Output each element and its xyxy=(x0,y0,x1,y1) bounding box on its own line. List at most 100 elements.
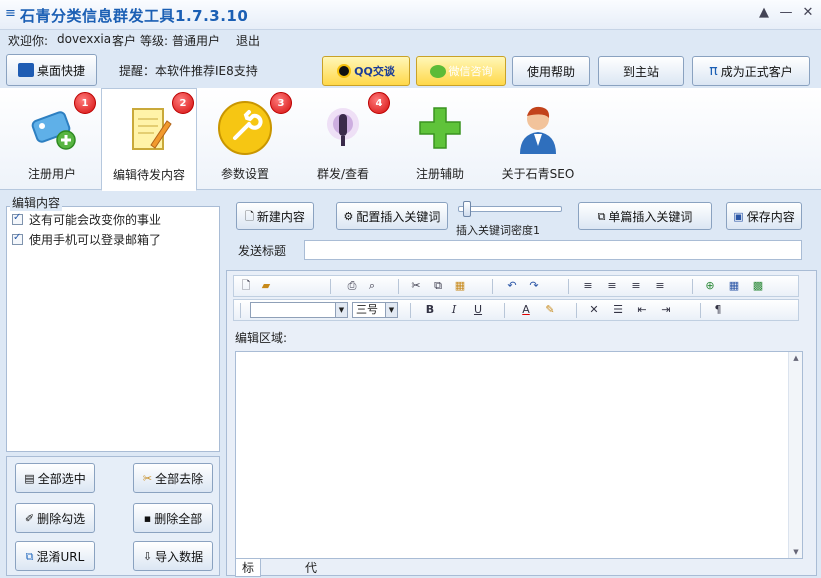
qq-chat-button[interactable]: QQ交谈 xyxy=(322,56,410,86)
insert-icon: ⧉ xyxy=(597,209,606,223)
copy-icon[interactable]: ⧉ xyxy=(430,279,446,293)
new-content-button[interactable]: 🗋 新建内容 xyxy=(236,202,314,230)
justify-icon[interactable]: ≡ xyxy=(652,279,668,293)
tag-add-icon xyxy=(31,111,76,150)
app-menu-icon[interactable]: ≡ xyxy=(5,6,16,21)
single-insert-keyword-label: 单篇插入关键词 xyxy=(608,209,693,224)
select-all-label: 全部选中 xyxy=(37,471,86,486)
tab-label: 关于石青SEO xyxy=(501,167,575,181)
link-icon[interactable]: ⊕ xyxy=(702,279,718,293)
remove-format-icon[interactable]: ✕ xyxy=(586,303,602,317)
select-all-icon: ▤ xyxy=(24,471,35,485)
list-item-text: 使用手机可以登录邮箱了 xyxy=(29,232,162,247)
logout-link[interactable]: 退出 xyxy=(236,32,260,49)
tab-label: 编辑待发内容 xyxy=(112,168,185,182)
paste-icon[interactable]: ▦ xyxy=(452,279,468,293)
save-content-button[interactable]: ▣ 保存内容 xyxy=(726,202,802,230)
align-center-icon[interactable]: ≡ xyxy=(604,279,620,293)
editor-panel: 🗋 新建内容 ⚙ 配置插入关键词 插入关键词密度1 ⧉ 单篇插入关键词 ▣ 保存… xyxy=(226,194,817,577)
select-all-button[interactable]: ▤ 全部选中 xyxy=(15,463,95,493)
cut-icon[interactable]: ✂ xyxy=(408,279,424,293)
delete-checked-button[interactable]: ✐ 删除勾选 xyxy=(15,503,95,533)
tab-code-edit[interactable]: 代码编辑 xyxy=(299,559,323,577)
scroll-up-icon[interactable]: ▲ xyxy=(789,352,803,364)
step-badge: 1 xyxy=(74,92,96,114)
list-item[interactable]: 这有可能会改变你的事业 xyxy=(7,209,219,229)
list-item[interactable]: 使用手机可以登录邮箱了 xyxy=(7,229,219,249)
minimize-button[interactable]: — xyxy=(779,5,793,20)
font-size-select[interactable]: 三号 ▼ xyxy=(352,302,398,318)
print-icon[interactable]: ⎙ xyxy=(344,279,360,293)
image-icon[interactable]: ▩ xyxy=(750,279,766,293)
help-button[interactable]: 使用帮助 xyxy=(512,56,590,86)
user-info-bar: 欢迎你: dovexxia 客户 等级: 普通用户 退出 xyxy=(0,30,821,50)
undo-icon[interactable]: ↶ xyxy=(504,279,520,293)
collapse-icon[interactable]: ▲ xyxy=(757,5,771,20)
indent-icon[interactable]: ⇥ xyxy=(658,303,674,317)
step-badge: 2 xyxy=(172,92,194,114)
window-title: 石青分类信息群发工具1.7.3.10 xyxy=(20,7,249,25)
preview-icon[interactable]: ⌕ xyxy=(364,279,380,293)
step-badge: 4 xyxy=(368,92,390,114)
slider-caption: 插入关键词密度1 xyxy=(456,224,540,237)
font-color-icon[interactable]: A xyxy=(518,303,534,317)
tab-register-assist[interactable]: 注册辅助 xyxy=(392,88,488,190)
redo-icon[interactable]: ↷ xyxy=(526,279,542,293)
close-button[interactable]: ✕ xyxy=(801,5,815,20)
italic-icon[interactable]: I xyxy=(446,303,462,317)
editor-toolbar-2: ▼ 三号 ▼ B I U A ✎ ✕ ☰ ⇤ ⇥ ¶ xyxy=(233,299,799,321)
config-insert-keyword-label: 配置插入关键词 xyxy=(356,209,441,224)
align-right-icon[interactable]: ≡ xyxy=(628,279,644,293)
eraser-icon: ✐ xyxy=(24,511,35,525)
underline-icon[interactable]: U xyxy=(470,303,486,317)
slider-thumb[interactable] xyxy=(462,201,471,217)
clear-icon: ✂ xyxy=(142,471,153,485)
keyword-density-slider[interactable] xyxy=(458,206,562,212)
username: dovexxia xyxy=(57,32,112,46)
bold-icon[interactable]: B xyxy=(422,303,438,317)
group-title: 编辑内容 xyxy=(10,194,63,211)
table-icon[interactable]: ▦ xyxy=(726,279,742,293)
send-title-label: 发送标题 xyxy=(238,244,287,258)
tab-about[interactable]: 关于石青SEO xyxy=(490,88,586,190)
tab-standard-edit[interactable]: 标准编辑 xyxy=(235,559,262,577)
outdent-icon[interactable]: ⇤ xyxy=(634,303,650,317)
checkbox[interactable] xyxy=(12,212,23,225)
paragraph-icon[interactable]: ¶ xyxy=(710,303,726,317)
import-data-button[interactable]: ⇩ 导入数据 xyxy=(133,541,213,571)
user-avatar-icon xyxy=(520,106,556,154)
list-icon[interactable]: ☰ xyxy=(610,303,626,317)
tab-label: 参数设置 xyxy=(220,167,269,181)
align-left-icon[interactable]: ≡ xyxy=(580,279,596,293)
checkbox[interactable] xyxy=(12,232,23,245)
clear-all-label: 全部去除 xyxy=(155,471,204,486)
font-name-select[interactable]: ▼ xyxy=(250,302,348,318)
send-title-input[interactable] xyxy=(304,240,802,260)
open-folder-icon[interactable]: ▰ xyxy=(258,279,274,293)
wechat-consult-label: 微信咨询 xyxy=(448,65,493,78)
new-file-icon: 🗋 xyxy=(245,209,254,223)
pi-icon: π xyxy=(709,63,718,79)
home-site-button[interactable]: 到主站 xyxy=(598,56,684,86)
tip-text: 提醒：本软件推荐IE8支持 xyxy=(119,64,258,78)
config-insert-keyword-button[interactable]: ⚙ 配置插入关键词 xyxy=(336,202,448,230)
wechat-consult-button[interactable]: 微信咨询 xyxy=(416,56,506,86)
become-customer-button[interactable]: π 成为正式客户 xyxy=(692,56,810,86)
clear-all-button[interactable]: ✂ 全部去除 xyxy=(133,463,213,493)
editor-content-area[interactable]: ▲ ▼ xyxy=(235,351,803,559)
single-insert-keyword-button[interactable]: ⧉ 单篇插入关键词 xyxy=(578,202,712,230)
highlight-icon[interactable]: ✎ xyxy=(542,303,558,317)
import-icon: ⇩ xyxy=(142,549,153,563)
content-list-panel: 这有可能会改变你的事业 使用手机可以登录邮箱了 编辑内容 ▤ 全部选中 ✂ 全部… xyxy=(4,194,222,576)
qq-chat-label: QQ交谈 xyxy=(354,65,395,78)
new-doc-icon[interactable]: 🗋 xyxy=(238,279,254,293)
mix-url-button[interactable]: ⧉ 混淆URL xyxy=(15,541,95,571)
tab-label: 群发/查看 xyxy=(316,167,370,181)
new-content-label: 新建内容 xyxy=(256,209,305,224)
scroll-down-icon[interactable]: ▼ xyxy=(789,546,803,558)
delete-all-button[interactable]: ▪ 删除全部 xyxy=(133,503,213,533)
customer-suffix: 客户 xyxy=(112,34,137,48)
content-listbox[interactable]: 这有可能会改变你的事业 使用手机可以登录邮箱了 xyxy=(6,206,220,452)
vertical-scrollbar[interactable]: ▲ ▼ xyxy=(788,352,802,558)
desktop-shortcut-button[interactable]: 桌面快捷 xyxy=(6,54,97,86)
